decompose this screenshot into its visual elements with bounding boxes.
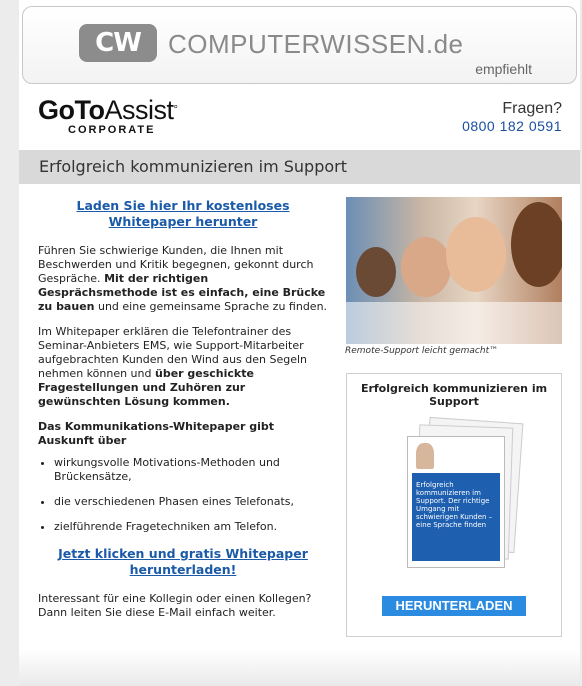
cover-title: Erfolgreich kommunizieren im Support. De…	[416, 481, 493, 529]
person	[511, 202, 562, 287]
list-item: wirkungsvolle Motivations-Methoden und B…	[54, 456, 328, 484]
paragraph-2: Im Whitepaper erklären die Telefontraine…	[38, 325, 328, 409]
title-bar: Erfolgreich kommunizieren im Support	[19, 150, 580, 184]
logo-bold: GoTo	[38, 95, 105, 125]
whitepaper-promo-box[interactable]: Erfolgreich kommunizieren im Support Erf…	[346, 373, 562, 637]
paragraph-1: Führen Sie schwierige Kunden, die Ihnen …	[38, 244, 328, 314]
computerwissen-logo: CW	[79, 24, 157, 62]
logo-light: Assist	[104, 95, 174, 125]
list-heading: Das Kommunikations-Whitepaper gibt Ausku…	[38, 420, 275, 447]
topic-list: wirkungsvolle Motivations-Methoden und B…	[38, 456, 328, 534]
contact-block: Fragen? 0800 182 0591	[462, 100, 562, 134]
list-item: zielführende Fragetechniken am Telefon.	[54, 520, 328, 534]
contact-question: Fragen?	[502, 100, 562, 117]
download-button[interactable]: HERUNTERLADEN	[382, 596, 526, 616]
person	[401, 237, 451, 297]
recommends-label: empfiehlt	[475, 61, 532, 77]
main-content: Laden Sie hier Ihr kostenloses Whitepape…	[38, 198, 328, 631]
cover-page: Erfolgreich kommunizieren im Support. De…	[407, 436, 505, 568]
cover-portrait	[416, 443, 434, 469]
person	[446, 217, 506, 292]
header-banner: CW COMPUTERWISSEN.de empfiehlt	[22, 6, 577, 84]
phone-link[interactable]: 0800 182 0591	[462, 118, 562, 134]
brand-name: COMPUTERWISSEN.de	[168, 29, 464, 59]
text: und eine gemeinsame Sprache zu finden.	[94, 300, 328, 313]
footer-area	[19, 650, 580, 686]
email-body: CW COMPUTERWISSEN.de empfiehlt GoToAssis…	[19, 0, 580, 686]
cta-download-link-top[interactable]: Laden Sie hier Ihr kostenloses Whitepape…	[38, 198, 328, 230]
gotoassist-logo: GoToAssist° CORPORATE	[38, 95, 178, 136]
photo-caption: Remote-Support leicht gemacht™	[345, 346, 499, 356]
person	[356, 247, 396, 297]
page-title: Erfolgreich kommunizieren im Support	[39, 157, 347, 176]
promo-title: Erfolgreich kommunizieren im Support	[360, 382, 548, 408]
list-item: die verschiedenen Phasen eines Telefonat…	[54, 495, 328, 509]
cta-download-link-bottom[interactable]: Jetzt klicken und gratis Whitepaper heru…	[38, 546, 328, 578]
whitepaper-cover-image[interactable]: Erfolgreich kommunizieren im Support. De…	[397, 416, 524, 568]
cover-band: Erfolgreich kommunizieren im Support. De…	[412, 473, 500, 561]
logo-subtitle: CORPORATE	[68, 124, 156, 136]
closing-text: Interessant für eine Kollegin oder einen…	[38, 592, 312, 619]
support-team-photo	[346, 197, 562, 344]
